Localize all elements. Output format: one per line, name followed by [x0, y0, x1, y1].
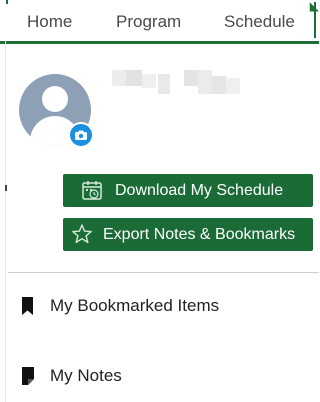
download-schedule-button[interactable]: Download My Schedule: [63, 174, 313, 207]
user-name-redacted: [112, 70, 242, 102]
tab-program[interactable]: Program: [116, 9, 181, 35]
camera-icon[interactable]: [68, 122, 94, 148]
download-schedule-label: Download My Schedule: [115, 182, 284, 199]
export-notes-label: Export Notes & Bookmarks: [103, 226, 296, 243]
note-icon: [20, 367, 36, 392]
page: Home Program Schedule ◣ Download My Sche…: [0, 0, 319, 402]
calendar-icon: [81, 179, 103, 213]
tab-home[interactable]: Home: [27, 9, 72, 35]
corner-arrow-icon: ◣: [309, 0, 319, 13]
star-icon: [71, 223, 93, 257]
menu-item-bookmarks-label: My Bookmarked Items: [50, 296, 220, 315]
panel-edge: [5, 40, 6, 402]
panel-edge-tick: [5, 185, 7, 191]
tab-schedule[interactable]: Schedule: [224, 9, 295, 35]
section-divider: [8, 272, 319, 273]
nav-edge-marker: [6, 0, 8, 4]
bookmark-icon: [20, 297, 36, 322]
menu-item-notes-label: My Notes: [50, 366, 122, 385]
user-icon-head: [42, 86, 68, 112]
top-nav: Home Program Schedule ◣: [0, 0, 319, 44]
export-notes-button[interactable]: Export Notes & Bookmarks: [63, 218, 313, 251]
